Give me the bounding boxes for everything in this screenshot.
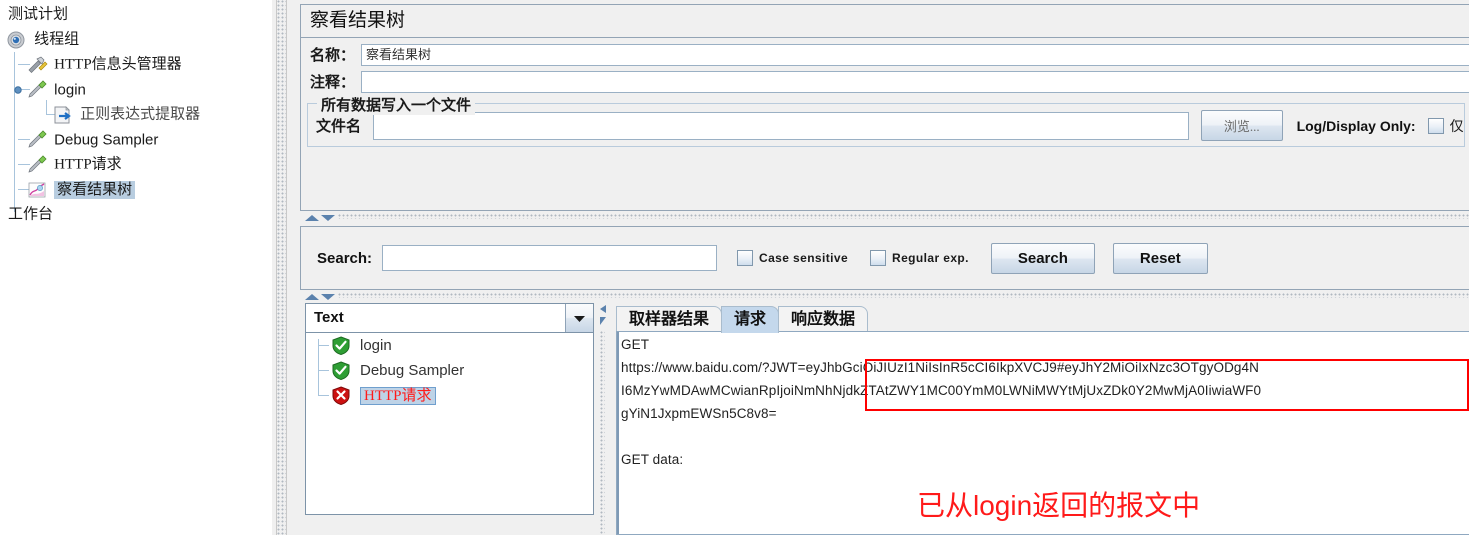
result-tree[interactable]: login Debug Sampler HTTP请求 — [305, 333, 594, 515]
textarea-left-edge — [617, 332, 619, 534]
tree-connector — [46, 100, 47, 114]
browse-button[interactable]: 浏览... — [1200, 110, 1283, 141]
test-plan-tree-panel: 测试计划 线程组 HTTP信息头管理器 login 正则表达式提取器 Debug… — [0, 0, 272, 535]
config-card: 察看结果树 名称： 察看结果树 注释： 所有数据写入一个文件 文件名 浏览...… — [300, 4, 1469, 211]
tree-node-http-request[interactable]: HTTP请求 — [4, 152, 272, 177]
tree-node-label: 正则表达式提取器 — [80, 106, 201, 123]
renderer-select[interactable]: Text — [305, 303, 594, 333]
splitter-grip — [600, 331, 605, 535]
annotation-text: 已从login返回的报文中 取出JWT且传参成功 — [917, 416, 1201, 534]
page-title: 察看结果树 — [301, 5, 1469, 38]
view-results-tree-editor: 察看结果树 名称： 察看结果树 注释： 所有数据写入一个文件 文件名 浏览...… — [291, 0, 1469, 535]
tree-node-label: Debug Sampler — [54, 131, 159, 149]
splitter-grip — [277, 0, 286, 535]
tree-node-regex-extractor[interactable]: 正则表达式提取器 — [4, 100, 272, 127]
search-card: Search: Case sensitive Regular exp. Sear… — [300, 226, 1469, 290]
request-pane: 取样器结果 请求 响应数据 GET https://www.baidu.com/… — [610, 303, 1469, 535]
errors-only-checkbox[interactable] — [1427, 117, 1444, 134]
splitter-arrows[interactable] — [597, 303, 609, 329]
filename-label: 文件名 — [316, 119, 362, 135]
tab-request[interactable]: 请求 — [721, 306, 780, 333]
tree-node-workbench[interactable]: 工作台 — [4, 202, 272, 227]
header-manager-icon — [26, 55, 48, 75]
tree-connector — [318, 370, 329, 371]
test-plan-tree[interactable]: 测试计划 线程组 HTTP信息头管理器 login 正则表达式提取器 Debug… — [0, 0, 272, 227]
tab-response-data[interactable]: 响应数据 — [778, 306, 869, 333]
regular-exp-label: Regular exp. — [892, 251, 969, 265]
success-shield-icon — [332, 361, 352, 381]
tree-node-header-manager[interactable]: HTTP信息头管理器 — [4, 52, 272, 77]
comment-row: 注释： — [301, 68, 1469, 95]
result-item-label: HTTP请求 — [360, 387, 436, 405]
search-bar: Search: Case sensitive Regular exp. Sear… — [301, 227, 1469, 289]
reset-button[interactable]: Reset — [1112, 242, 1208, 274]
sampler-icon — [26, 155, 47, 175]
renderer-selected-value: Text — [314, 309, 344, 326]
case-sensitive-label: Case sensitive — [759, 251, 849, 265]
result-tabs[interactable]: 取样器结果 请求 响应数据 — [610, 303, 1469, 333]
result-item-http-request[interactable]: HTTP请求 — [306, 383, 593, 408]
sampler-icon — [26, 80, 47, 100]
filename-row: 文件名 浏览... Log/Display Only: 仅 — [308, 110, 1464, 141]
request-line-3: I6MzYwMDAwMCwianRpIjoiNmNhNjdkZTAtZWY1MC… — [621, 383, 1262, 398]
regular-exp-checkbox[interactable] — [870, 250, 887, 266]
log-display-only-label: Log/Display Only: — [1296, 117, 1416, 134]
splitter-arrows[interactable] — [302, 211, 338, 221]
tree-node-view-results-tree[interactable]: 察看结果树 — [4, 177, 272, 202]
name-label: 名称： — [310, 48, 356, 64]
error-shield-icon — [332, 386, 352, 406]
splitter-grip — [338, 214, 1469, 219]
tree-node-label: HTTP信息头管理器 — [54, 56, 182, 73]
success-shield-icon — [332, 336, 352, 356]
tree-node-login[interactable]: login — [4, 77, 272, 102]
comment-label: 注释： — [310, 75, 356, 91]
write-all-data-groupbox: 所有数据写入一个文件 文件名 浏览... Log/Display Only: 仅 — [307, 94, 1465, 147]
tree-node-label: 工作台 — [8, 206, 54, 223]
result-item-debug-sampler[interactable]: Debug Sampler — [306, 358, 593, 383]
expand-handle-icon[interactable] — [13, 85, 23, 95]
horizontal-splitter-top[interactable] — [300, 211, 1469, 221]
search-label: Search: — [317, 249, 373, 267]
thread-group-icon — [6, 30, 26, 50]
result-item-label: Debug Sampler — [360, 362, 465, 379]
tree-node-debug-sampler[interactable]: Debug Sampler — [4, 127, 272, 152]
tree-connector — [318, 395, 329, 396]
splitter-grip — [338, 293, 1469, 298]
sampler-icon — [26, 130, 47, 150]
tree-connector — [318, 345, 329, 346]
result-item-label: login — [360, 337, 392, 354]
annotation-line-1: 已从login返回的报文中 — [917, 490, 1201, 521]
tree-node-label: login — [54, 81, 86, 99]
request-textarea[interactable]: GET https://www.baidu.com/?JWT=eyJhbGciO… — [616, 331, 1469, 535]
horizontal-splitter-bottom[interactable] — [300, 290, 1469, 300]
name-input[interactable]: 察看结果树 — [361, 43, 1469, 66]
tree-node-label: 线程组 — [34, 31, 80, 48]
regex-extractor-icon — [52, 105, 72, 125]
tree-node-label: HTTP请求 — [54, 156, 122, 173]
chevron-down-icon[interactable] — [565, 304, 593, 332]
tree-node-label: 察看结果树 — [54, 180, 136, 199]
search-input[interactable] — [382, 245, 718, 271]
comment-input[interactable] — [361, 70, 1469, 93]
name-row: 名称： 察看结果树 — [301, 41, 1469, 68]
case-sensitive-checkbox[interactable] — [737, 250, 754, 266]
groupbox-title: 所有数据写入一个文件 — [317, 94, 476, 115]
results-area: Text login Debug Sampler HTTP请求 取样器结果 请求… — [300, 303, 1469, 535]
view-results-tree-icon — [26, 180, 46, 200]
search-button[interactable]: Search — [990, 242, 1095, 274]
main-vertical-splitter[interactable] — [276, 0, 287, 535]
tree-node-thread-group[interactable]: 线程组 — [4, 27, 272, 52]
results-inner-splitter[interactable] — [596, 303, 610, 535]
tree-node-test-plan[interactable]: 测试计划 — [4, 2, 272, 27]
results-left-pane: Text login Debug Sampler HTTP请求 — [305, 303, 594, 515]
splitter-arrows[interactable] — [302, 290, 338, 300]
filename-input[interactable] — [373, 111, 1189, 140]
tab-sampler-result[interactable]: 取样器结果 — [616, 306, 723, 333]
errors-only-label: 仅 — [1449, 119, 1464, 135]
jmeter-window: 测试计划 线程组 HTTP信息头管理器 login 正则表达式提取器 Debug… — [0, 0, 1469, 535]
result-item-login[interactable]: login — [306, 333, 593, 358]
request-line-1: GET — [621, 337, 650, 352]
request-line-2: https://www.baidu.com/?JWT=eyJhbGciOiJIU… — [621, 360, 1259, 375]
tree-node-label: 测试计划 — [8, 6, 69, 23]
